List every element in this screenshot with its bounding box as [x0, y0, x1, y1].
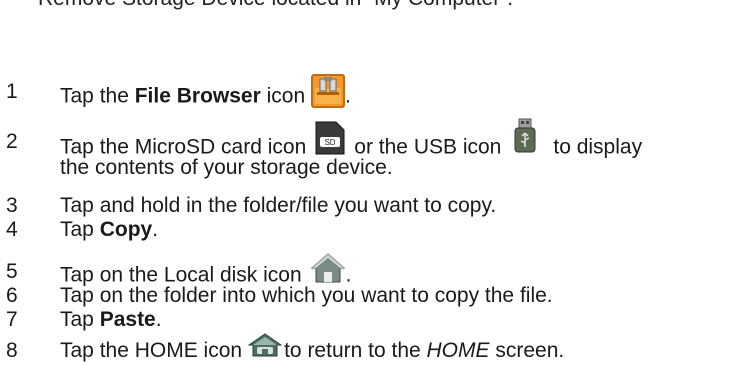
step-text: Tap Paste.	[60, 308, 162, 331]
step-number: 3	[6, 194, 18, 217]
paste-label: Paste	[99, 308, 156, 331]
step-number: 8	[6, 339, 18, 362]
step-text: Tap the File Browser icon .	[60, 74, 351, 114]
partial-heading: Remove Storage Device located in “My Com…	[38, 0, 513, 11]
step-text-continued: the contents of your storage device.	[60, 156, 393, 179]
file-browser-icon	[311, 74, 346, 108]
step-number: 6	[6, 284, 18, 307]
step-7: 7 Tap Paste.	[0, 308, 740, 334]
step-5: 5 Tap on the Local disk icon .	[0, 253, 740, 287]
home-screen-label: HOME	[426, 339, 490, 362]
microsd-card-icon: SD	[314, 120, 346, 156]
step-number: 4	[6, 218, 18, 241]
step-6: 6 Tap on the folder into which you want …	[0, 284, 740, 310]
step-text: Tap and hold in the folder/file you want…	[60, 194, 497, 217]
step-number: 5	[6, 260, 18, 283]
home-icon	[248, 333, 283, 357]
step-text: Tap Copy.	[60, 218, 159, 241]
copy-label: Copy	[99, 218, 153, 241]
step-1: 1 Tap the File Browser icon .	[0, 74, 740, 108]
step-number: 2	[6, 130, 18, 153]
step-8: 8 Tap the HOME icon to return to the HOM…	[0, 333, 740, 365]
step-number: 1	[6, 80, 18, 103]
file-browser-label: File Browser	[134, 84, 261, 108]
step-text: Tap on the folder into which you want to…	[60, 284, 553, 307]
step-4: 4 Tap Copy.	[0, 218, 740, 244]
usb-icon	[511, 118, 539, 154]
step-number: 7	[6, 308, 18, 331]
step-3: 3 Tap and hold in the folder/file you wa…	[0, 194, 740, 220]
step-2: 2 Tap the MicroSD card icon SD or the US…	[0, 118, 740, 179]
sd-label: SD	[325, 138, 336, 147]
local-disk-icon	[310, 252, 346, 284]
